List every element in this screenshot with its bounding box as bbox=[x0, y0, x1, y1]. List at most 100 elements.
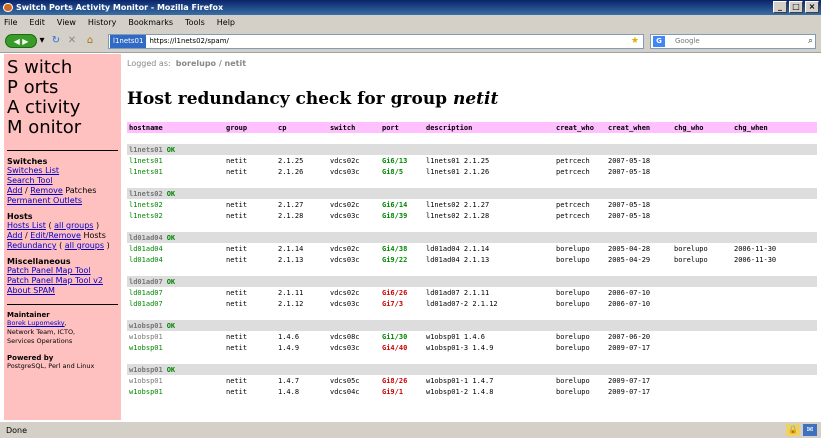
home-icon[interactable]: ⌂ bbox=[84, 34, 96, 48]
sidebar: S witch P orts A ctivity M onitor Switch… bbox=[4, 54, 121, 420]
chg-who-cell bbox=[672, 155, 732, 166]
patch-panel-map-tool-link[interactable]: Patch Panel Map Tool bbox=[7, 266, 91, 275]
chg-who-cell bbox=[672, 298, 732, 309]
description-cell: ld01ad07 2.1.11 bbox=[426, 288, 490, 297]
search-tool-link[interactable]: Search Tool bbox=[7, 176, 53, 185]
chg-who-cell bbox=[672, 166, 732, 177]
creat-when-cell: 2006-07-10 bbox=[608, 299, 651, 308]
mail-icon[interactable]: ✉ bbox=[803, 424, 817, 436]
bookmark-star-icon[interactable]: ★ bbox=[631, 35, 639, 48]
edit-remove-hosts-link[interactable]: Edit/Remove bbox=[30, 231, 81, 240]
menu-history[interactable]: History bbox=[88, 18, 116, 27]
group-cell: netit bbox=[226, 387, 248, 396]
chg-who-cell bbox=[672, 386, 732, 397]
menu-view[interactable]: View bbox=[57, 18, 76, 27]
description-cell: ld01ad04 2.1.13 bbox=[426, 255, 490, 264]
close-button[interactable]: × bbox=[805, 1, 819, 13]
menu-edit[interactable]: Edit bbox=[29, 18, 45, 27]
table-row: w1obsp01 netit 1.4.6 vdcs08c Gi1/30 w1obsp01 … bbox=[127, 331, 817, 342]
switch-cell: vdcs02c bbox=[330, 200, 360, 209]
redundancy-table: hostname group cp switch port description crea… bbox=[127, 122, 817, 397]
minimize-button[interactable]: _ bbox=[773, 1, 787, 13]
group-row: l1nets01 OK bbox=[127, 144, 817, 155]
spacer-row bbox=[127, 221, 817, 232]
status-bar: Done 🔒 ✉ bbox=[0, 421, 821, 438]
creat-when-cell: 2009-07-17 bbox=[608, 343, 651, 352]
cp-cell: 1.4.9 bbox=[278, 343, 300, 352]
page-title: Host redundancy check for group netit bbox=[127, 89, 498, 109]
hostname-cell: l1nets01 bbox=[129, 167, 163, 176]
group-row: ld01ad07 OK bbox=[127, 276, 817, 287]
menu-tools[interactable]: Tools bbox=[185, 18, 205, 27]
group-row: w1obsp01 OK bbox=[127, 364, 817, 375]
column-header-hostname: hostname bbox=[127, 122, 224, 133]
about-spam-link[interactable]: About SPAM bbox=[7, 286, 55, 295]
redundancy-all-groups-link[interactable]: all groups bbox=[65, 241, 104, 250]
creat-who-cell: petrcech bbox=[556, 211, 590, 220]
table-row: w1obsp01 netit 1.4.8 vdcs04c Gi9/1 w1obsp01-2… bbox=[127, 386, 817, 397]
creat-who-cell: borelupo bbox=[556, 332, 590, 341]
table-row: ld01ad04 netit 2.1.14 vdcs02c Gi4/38 ld01ad04… bbox=[127, 243, 817, 254]
menu-bookmarks[interactable]: Bookmarks bbox=[128, 18, 173, 27]
chg-who-cell bbox=[672, 210, 732, 221]
divider bbox=[7, 304, 118, 305]
chg-who-cell bbox=[672, 199, 732, 210]
search-icon[interactable]: ⌕ bbox=[808, 35, 813, 48]
add-patches-link[interactable]: Add bbox=[7, 186, 23, 195]
group-row: l1nets02 OK bbox=[127, 188, 817, 199]
redundancy-link[interactable]: Redundancy bbox=[7, 241, 57, 250]
group-cell: netit bbox=[226, 255, 248, 264]
window-title: Switch Ports Activity Monitor - Mozilla … bbox=[16, 3, 224, 12]
maximize-button[interactable]: □ bbox=[789, 1, 803, 13]
spacer-row bbox=[127, 177, 817, 188]
chg-who-cell: borelupo bbox=[674, 255, 708, 264]
description-cell: w1obsp01-2 1.4.8 bbox=[426, 387, 494, 396]
creat-who-cell: petrcech bbox=[556, 200, 590, 209]
misc-heading: Miscellaneous bbox=[7, 257, 71, 266]
hosts-list-link[interactable]: Hosts List bbox=[7, 221, 46, 230]
paren: ( bbox=[45, 221, 55, 230]
menu-help[interactable]: Help bbox=[217, 18, 235, 27]
patch-panel-map-tool-v2-link[interactable]: Patch Panel Map Tool v2 bbox=[7, 276, 103, 285]
switches-list-link[interactable]: Switches List bbox=[7, 166, 59, 175]
search-bar[interactable]: G Google ⌕ bbox=[650, 34, 816, 49]
hosts-label: Hosts bbox=[80, 231, 106, 240]
logged-user: borelupo / netit bbox=[175, 59, 247, 68]
table-row: l1nets01 netit 2.1.25 vdcs02c Gi6/13 l1nets01… bbox=[127, 155, 817, 166]
security-lock-icon[interactable]: 🔒 bbox=[786, 424, 800, 436]
chg-when-cell bbox=[732, 210, 817, 221]
table-row: l1nets02 netit 2.1.27 vdcs02c Gi6/14 l1nets02… bbox=[127, 199, 817, 210]
group-cell: netit bbox=[226, 200, 248, 209]
creat-when-cell: 2005-04-28 bbox=[608, 244, 651, 253]
history-dropdown-icon[interactable]: ▾ bbox=[38, 34, 46, 48]
permanent-outlets-link[interactable]: Permanent Outlets bbox=[7, 196, 82, 205]
back-forward-button[interactable]: ◀ ▶ bbox=[5, 34, 37, 48]
switch-cell: vdcs05c bbox=[330, 376, 360, 385]
google-icon[interactable]: G bbox=[653, 36, 665, 47]
url-bar[interactable]: l1nets01 https://l1nets02/spam/ ★ bbox=[108, 34, 644, 49]
add-hosts-link[interactable]: Add bbox=[7, 231, 23, 240]
spacer-row bbox=[127, 309, 817, 320]
switch-cell: vdcs03c bbox=[330, 167, 360, 176]
cp-cell: 2.1.12 bbox=[278, 299, 304, 308]
chg-when-cell: 2006-11-30 bbox=[734, 244, 777, 253]
chg-when-cell bbox=[732, 166, 817, 177]
port-cell: Gi9/22 bbox=[382, 255, 408, 264]
powered-heading: Powered by bbox=[7, 354, 54, 362]
cp-cell: 2.1.25 bbox=[278, 156, 304, 165]
column-header-port: port bbox=[380, 122, 424, 133]
menu-file[interactable]: File bbox=[4, 18, 17, 27]
creat-when-cell: 2006-07-10 bbox=[608, 288, 651, 297]
maintainer-link[interactable]: Borek Lupomesky bbox=[7, 319, 65, 327]
reload-icon[interactable]: ↻ bbox=[50, 34, 62, 48]
status-badge: OK bbox=[166, 365, 176, 374]
switch-cell: vdcs02c bbox=[330, 288, 360, 297]
remove-patches-link[interactable]: Remove bbox=[30, 186, 62, 195]
site-identity[interactable]: l1nets01 bbox=[110, 35, 147, 48]
table-row: l1nets01 netit 2.1.26 vdcs03c Gi8/5 l1nets01 … bbox=[127, 166, 817, 177]
port-cell: Gi9/1 bbox=[382, 387, 404, 396]
creat-who-cell: borelupo bbox=[556, 288, 590, 297]
stop-icon[interactable]: ✕ bbox=[66, 34, 78, 48]
status-text: Done bbox=[6, 426, 28, 435]
hosts-all-groups-link[interactable]: all groups bbox=[54, 221, 93, 230]
